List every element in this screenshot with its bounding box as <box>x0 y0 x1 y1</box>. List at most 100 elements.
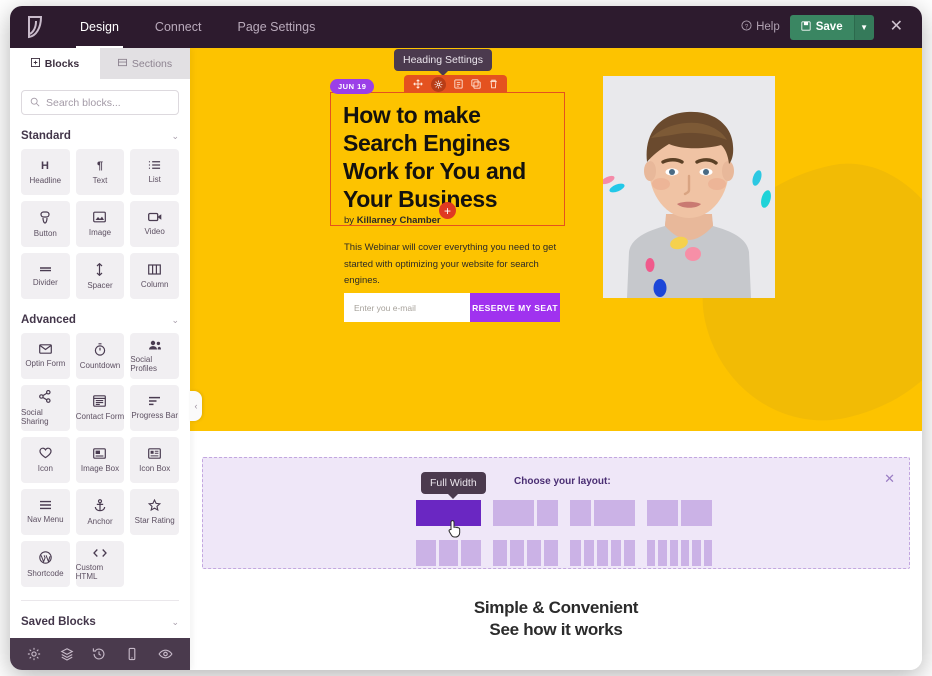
progress-bar-icon <box>148 396 161 406</box>
tab-blocks[interactable]: Blocks <box>10 48 100 79</box>
block-headline[interactable]: H Headline <box>21 149 70 195</box>
layout-option-four-col[interactable] <box>493 540 558 566</box>
section-header-standard[interactable]: Standard ⌄ <box>21 130 179 142</box>
nav-item-page-settings[interactable]: Page Settings <box>219 6 333 48</box>
block-optin-form[interactable]: Optin Form <box>21 333 70 379</box>
trash-icon[interactable] <box>489 79 498 89</box>
icon-box-icon <box>148 447 162 459</box>
move-icon[interactable] <box>413 79 423 89</box>
block-spacer[interactable]: Spacer <box>75 253 125 299</box>
nav-item-connect[interactable]: Connect <box>137 6 220 48</box>
section-header-saved-blocks[interactable]: Saved Blocks ⌄ <box>21 616 179 628</box>
section-header-advanced[interactable]: Advanced ⌄ <box>21 314 179 326</box>
headline-text: How to make Search Engines Work for You … <box>343 102 526 213</box>
hero-subcopy: This Webinar will cover everything you n… <box>344 240 574 290</box>
block-label: Column <box>140 279 169 289</box>
eye-preview-icon[interactable] <box>158 647 173 661</box>
block-label: Contact Form <box>75 412 125 421</box>
block-icon-box[interactable]: Icon Box <box>130 437 179 483</box>
layout-option-two-col-narrow-wide[interactable] <box>570 500 635 526</box>
block-button[interactable]: Button <box>21 201 70 247</box>
block-divider[interactable]: Divider <box>21 253 70 299</box>
footer-line-1: Simple & Convenient <box>473 598 639 617</box>
blocks-icon <box>30 57 40 70</box>
history-icon[interactable] <box>92 647 106 661</box>
block-contact-form[interactable]: Contact Form <box>75 385 125 431</box>
block-grid-advanced: Optin Form Countdown Social Profiles Soc… <box>21 333 179 587</box>
add-block-button[interactable]: + <box>439 202 456 219</box>
top-bar-actions: ? Help Save ▼ ✕ <box>741 14 922 40</box>
tab-label: Blocks <box>44 57 80 70</box>
layout-option-two-col-wide-narrow[interactable] <box>493 500 558 526</box>
sidebar-tabs: Blocks Sections <box>10 48 190 79</box>
sidebar-collapse-handle[interactable]: ‹ <box>190 391 202 421</box>
search-input[interactable]: Search blocks... <box>21 90 179 115</box>
cta-label: RESERVE MY SEAT <box>472 302 558 313</box>
hero-portrait-image[interactable] <box>603 76 775 298</box>
block-shortcode[interactable]: Shortcode <box>21 541 70 587</box>
layout-picker-close[interactable]: ✕ <box>884 472 895 485</box>
reserve-seat-button[interactable]: RESERVE MY SEAT <box>470 293 560 322</box>
layout-option-two-col-equal[interactable] <box>647 500 712 526</box>
layout-option-three-col[interactable] <box>416 540 482 566</box>
gear-icon[interactable] <box>27 647 41 661</box>
tooltip-label: Heading Settings <box>403 54 483 66</box>
block-anchor[interactable]: Anchor <box>75 489 125 535</box>
block-social-sharing[interactable]: Social Sharing <box>21 385 70 431</box>
workspace: Blocks Sections Search blocks... Standar… <box>10 48 922 670</box>
mobile-icon[interactable] <box>125 647 139 661</box>
layout-options-row-2 <box>416 540 722 566</box>
subcopy-text: This Webinar will cover everything you n… <box>344 242 557 287</box>
page-builder-window: Design Connect Page Settings ? Help Save… <box>10 6 922 670</box>
block-grid-standard: H Headline ¶ Text List Button Image Vide… <box>21 149 179 299</box>
gear-icon[interactable] <box>431 76 446 92</box>
layout-picker-wrapper: Full Width Choose your layout: ✕ Simple … <box>190 431 922 642</box>
help-button[interactable]: ? Help <box>741 20 780 34</box>
chevron-down-icon: ▼ <box>860 22 869 32</box>
star-icon <box>148 499 162 511</box>
app-logo[interactable] <box>10 15 62 39</box>
nav-item-design[interactable]: Design <box>62 6 137 48</box>
tab-sections[interactable]: Sections <box>100 48 190 79</box>
layout-option-five-col[interactable] <box>570 540 635 566</box>
block-label: Anchor <box>87 516 113 526</box>
block-label: Custom HTML <box>75 562 104 581</box>
save-button[interactable]: Save <box>789 14 854 40</box>
block-column[interactable]: Column <box>130 253 179 299</box>
duplicate-icon[interactable] <box>471 79 481 89</box>
block-nav-menu[interactable]: Nav Menu <box>21 489 70 535</box>
block-label: Image <box>88 228 112 237</box>
svg-text:H: H <box>41 160 49 171</box>
date-badge-label: JUN 19 <box>338 82 367 91</box>
sections-icon <box>117 58 127 70</box>
block-countdown[interactable]: Countdown <box>75 333 125 379</box>
block-image[interactable]: Image <box>75 201 125 247</box>
save-label: Save <box>815 21 843 33</box>
wordpress-icon <box>39 550 52 564</box>
block-custom-html[interactable]: Custom HTML <box>75 541 125 587</box>
people-icon <box>148 340 162 350</box>
block-label: Star Rating <box>134 516 175 525</box>
save-button-group: Save ▼ <box>789 14 874 40</box>
save-block-icon[interactable] <box>454 79 463 89</box>
block-text[interactable]: ¶ Text <box>75 149 125 195</box>
save-dropdown-toggle[interactable]: ▼ <box>853 14 874 40</box>
layout-option-six-col[interactable] <box>647 540 712 566</box>
layout-option-full-width[interactable] <box>416 500 481 526</box>
sidebar-content: Search blocks... Standard ⌄ H Headline ¶… <box>10 79 190 638</box>
block-star-rating[interactable]: Star Rating <box>130 489 179 535</box>
block-image-box[interactable]: Image Box <box>75 437 125 483</box>
block-toolbar <box>404 75 507 93</box>
block-list[interactable]: List <box>130 149 179 195</box>
nav-label: Design <box>80 20 119 34</box>
block-progress-bar[interactable]: Progress Bar <box>130 385 179 431</box>
footer-headline: Simple & Convenient See how it works <box>202 597 910 642</box>
block-icon[interactable]: Icon <box>21 437 70 483</box>
block-social-profiles[interactable]: Social Profiles <box>130 333 179 379</box>
block-video[interactable]: Video <box>130 201 179 247</box>
layout-picker: Full Width Choose your layout: ✕ <box>202 457 910 569</box>
layers-icon[interactable] <box>60 647 74 661</box>
email-field[interactable]: Enter you e-mail <box>344 293 470 322</box>
close-button[interactable]: ✕ <box>884 19 909 35</box>
leaf-logo-icon <box>26 15 47 39</box>
